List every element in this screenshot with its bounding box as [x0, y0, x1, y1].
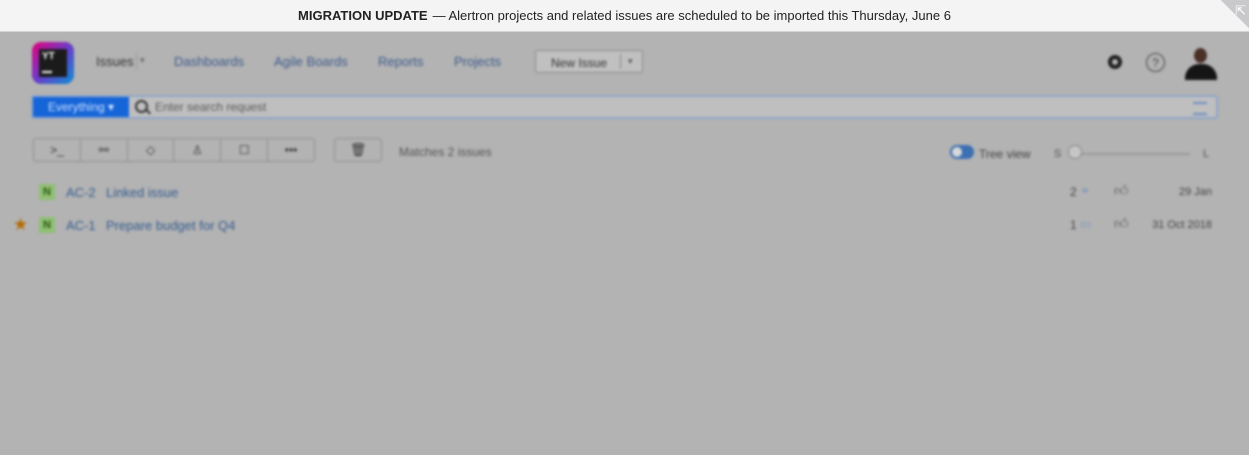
star-icon[interactable]: ★	[13, 215, 28, 235]
issue-title[interactable]: Linked issue	[106, 185, 178, 200]
nav-projects[interactable]: Projects	[454, 54, 501, 69]
issue-id[interactable]: AC-2	[66, 185, 96, 200]
link-count: 2	[1070, 185, 1077, 199]
nav-dashboards[interactable]: Dashboards	[174, 54, 244, 69]
issue-id[interactable]: AC-1	[66, 218, 96, 233]
search-scope-label: Everything	[47, 100, 105, 114]
search-input[interactable]	[155, 97, 1185, 117]
nav-agile-boards[interactable]: Agile Boards	[274, 54, 348, 69]
issue-title[interactable]: Prepare budget for Q4	[106, 218, 235, 233]
size-slider-track[interactable]	[1072, 153, 1190, 155]
size-slider-handle[interactable]	[1068, 145, 1082, 159]
banner-corner[interactable]: ⇱	[1209, 0, 1249, 30]
more-icon[interactable]: •••	[268, 139, 314, 161]
banner-message: — Alertron projects and related issues a…	[432, 8, 951, 23]
state-badge: N	[39, 184, 55, 200]
nav-issues[interactable]: Issues	[96, 54, 134, 69]
link-icon[interactable]: ⚯	[81, 139, 128, 161]
comment-icon: ▭	[1080, 217, 1092, 231]
tag-icon[interactable]: ◇	[128, 139, 175, 161]
new-issue-label: New Issue	[551, 56, 608, 70]
command-icon[interactable]: >_	[34, 139, 81, 161]
chevron-down-icon[interactable]: ▾	[628, 56, 633, 67]
search-scope-button[interactable]: Everything ▾	[33, 97, 129, 117]
youtrack-logo[interactable]: YT	[32, 42, 74, 84]
issue-row[interactable]: ★ N AC-1 Prepare budget for Q4 1 ▭ 👍︎ 31…	[0, 210, 1249, 238]
avatar[interactable]	[1184, 46, 1218, 80]
saved-searches-icon[interactable]	[1193, 102, 1207, 115]
banner-title: MIGRATION UPDATE	[298, 8, 428, 23]
app: YT Issues ▾ Dashboards Agile Boards Repo…	[0, 32, 1249, 455]
new-issue-button[interactable]: New Issue ▾	[535, 50, 643, 73]
matches-count: Matches 2 issues	[399, 145, 492, 159]
issue-row[interactable]: N AC-2 Linked issue 2 ⚭ 👍︎ 29 Jan	[0, 177, 1249, 205]
external-link-icon[interactable]: ⇱	[1235, 3, 1246, 19]
assignee-icon[interactable]: ♙	[174, 139, 222, 161]
state-badge: N	[39, 217, 55, 233]
search-bar: Everything ▾	[31, 95, 1218, 119]
size-small-label: S	[1054, 148, 1062, 160]
tree-view-label: Tree view	[979, 147, 1031, 161]
announcement-banner: MIGRATION UPDATE — Alertron projects and…	[0, 0, 1249, 32]
nav-divider	[136, 52, 137, 70]
issue-actions-toolbar: >_ ⚯ ◇ ♙ ☐ •••	[33, 138, 315, 162]
logo-text: YT	[42, 51, 55, 62]
vote-icon[interactable]: 👍︎	[1114, 182, 1129, 199]
nav-reports[interactable]: Reports	[378, 54, 424, 69]
help-icon[interactable]: ?	[1146, 53, 1165, 72]
comment-count: 1	[1070, 218, 1077, 232]
tree-view-toggle[interactable]	[950, 145, 974, 159]
link-icon: ⚭	[1080, 184, 1091, 198]
gear-icon[interactable]	[1108, 55, 1122, 69]
size-large-label: L	[1203, 148, 1210, 160]
vote-icon[interactable]: 👍︎	[1114, 215, 1129, 232]
issue-date: 31 Oct 2018	[1152, 219, 1212, 231]
trash-icon[interactable]: 🗑	[334, 138, 382, 162]
edit-icon[interactable]: ☐	[221, 139, 269, 161]
search-icon	[135, 100, 148, 113]
issue-date: 29 Jan	[1178, 186, 1212, 198]
chevron-down-icon[interactable]: ▾	[140, 55, 145, 66]
